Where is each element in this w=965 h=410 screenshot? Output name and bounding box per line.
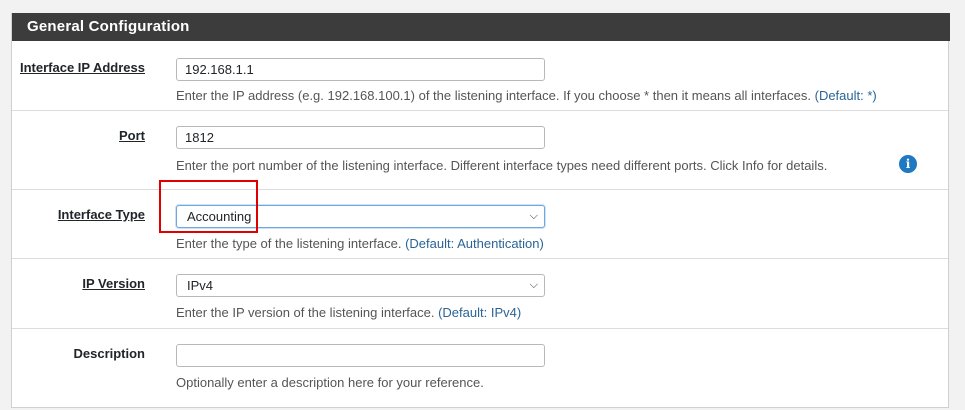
row-ip-version: IP Version IPv4 ⌵ Enter the IP version o… (12, 259, 948, 329)
interface-ip-address-default: (Default: *) (814, 88, 877, 103)
port-input[interactable]: 1812 (176, 126, 545, 149)
interface-type-default: (Default: Authentication) (405, 236, 544, 251)
row-interface-type: Interface Type Accounting ⌵ Enter the ty… (12, 190, 948, 259)
description-input[interactable] (176, 344, 545, 367)
port-help: Enter the port number of the listening i… (176, 158, 828, 173)
panel-title: General Configuration (12, 13, 950, 41)
ip-version-default: (Default: IPv4) (438, 305, 522, 320)
row-description: Description Optionally enter a descripti… (12, 329, 948, 408)
ip-version-select[interactable]: IPv4 ⌵ (176, 274, 545, 297)
interface-ip-address-help-text: Enter the IP address (e.g. 192.168.100.1… (176, 88, 811, 103)
interface-ip-address-help: Enter the IP address (e.g. 192.168.100.1… (176, 88, 877, 103)
row-interface-ip-address: Interface IP Address 192.168.1.1 Enter t… (12, 41, 948, 111)
interface-type-help: Enter the type of the listening interfac… (176, 236, 544, 251)
highlight-box (159, 180, 258, 233)
chevron-down-icon: ⌵ (529, 210, 538, 222)
ip-version-selected-value: IPv4 (187, 278, 214, 293)
info-icon[interactable]: i (899, 155, 917, 173)
ip-version-label[interactable]: IP Version (82, 276, 145, 291)
port-label[interactable]: Port (119, 128, 145, 143)
general-configuration-panel: General Configuration Interface IP Addre… (11, 13, 950, 408)
ip-version-help: Enter the IP version of the listening in… (176, 305, 521, 320)
interface-ip-address-input[interactable]: 192.168.1.1 (176, 58, 545, 81)
chevron-down-icon: ⌵ (529, 279, 538, 291)
interface-ip-address-label[interactable]: Interface IP Address (20, 60, 145, 75)
interface-type-help-text: Enter the type of the listening interfac… (176, 236, 402, 251)
ip-version-help-text: Enter the IP version of the listening in… (176, 305, 435, 320)
description-help: Optionally enter a description here for … (176, 375, 484, 390)
interface-type-label[interactable]: Interface Type (58, 207, 145, 222)
description-label: Description (73, 346, 145, 361)
row-port: Port 1812 Enter the port number of the l… (12, 111, 948, 190)
